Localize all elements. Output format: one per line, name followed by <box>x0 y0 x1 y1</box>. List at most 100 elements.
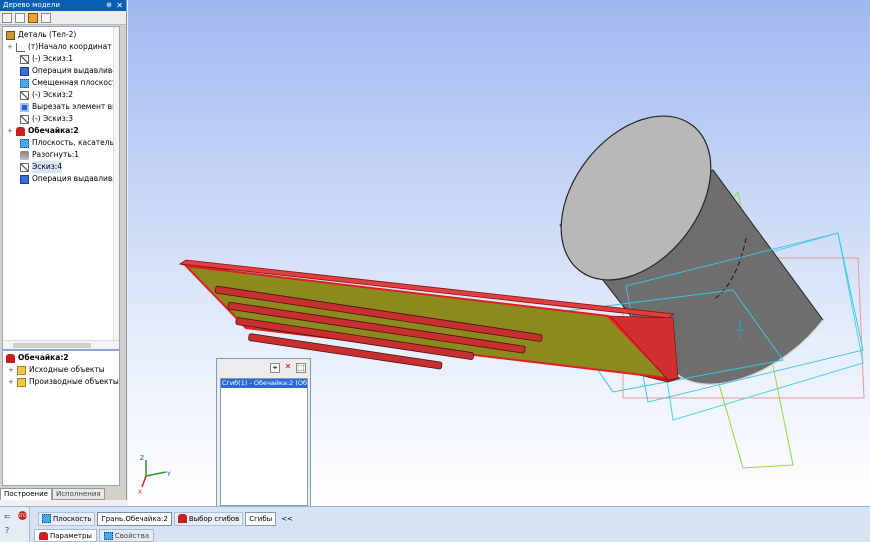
relations-item-source[interactable]: + Исходные объекты <box>8 364 105 376</box>
tree-item-tangent-plane[interactable]: Плоскость, касательная к <box>20 137 119 149</box>
collapse-button[interactable]: << <box>278 512 296 526</box>
expand-icon[interactable]: + <box>7 125 13 137</box>
sketch-icon <box>20 90 29 100</box>
tree-item-label: (-) Эскиз:2 <box>32 90 73 99</box>
expand-icon[interactable]: + <box>8 376 14 388</box>
tab-parameters-label: Параметры <box>50 531 92 540</box>
face-field-value: Грань.Обечайка:2 <box>101 514 168 523</box>
tree-mode-icon[interactable] <box>28 12 38 23</box>
tree-item-offset-plane[interactable]: Смещенная плоскость:1 <box>20 77 120 89</box>
tree-item-origin[interactable]: + (т)Начало координат <box>7 41 112 53</box>
sketch-icon <box>20 114 29 124</box>
bends-tab[interactable]: Сгибы <box>245 511 277 526</box>
tree-item-label: (т)Начало координат <box>28 42 112 51</box>
delete-bend-icon[interactable]: ✕ <box>283 363 293 373</box>
tree-item-label: Обечайка:2 <box>28 126 79 135</box>
plane-icon <box>42 514 51 523</box>
stop-icon[interactable]: STOP <box>18 511 29 520</box>
select-bends-icon <box>177 514 187 523</box>
relations-item-label: Производные объекты <box>29 377 119 386</box>
tree-item-sketch-1[interactable]: (-) Эскиз:1 <box>20 53 73 65</box>
edit-bend-icon[interactable]: ⌖ <box>270 363 280 373</box>
tree-item-label: Операция выдавливания <box>32 66 119 75</box>
tree-item-label: Вырезать элемент выдав <box>32 102 119 111</box>
tree-item-part[interactable]: Деталь (Тел-2) <box>6 29 76 41</box>
tab-properties[interactable]: Свойства <box>98 529 155 542</box>
tree-item-cut[interactable]: Вырезать элемент выдав <box>20 101 119 113</box>
cut-icon <box>20 102 29 112</box>
model-tree-titlebar: Дерево модели ⊕ ✕ <box>0 0 126 11</box>
property-panel: ⇐ STOP ? Плоскость Грань.Обечайка:2 Выбо… <box>0 506 870 542</box>
tab-build[interactable]: Построение <box>0 488 52 500</box>
model-tree: Деталь (Тел-2) + (т)Начало координат (-)… <box>2 26 120 350</box>
triad-x-label: X <box>138 489 142 496</box>
shell-icon <box>16 126 25 136</box>
model-tree-title: Дерево модели <box>3 1 60 9</box>
tree-item-extrude-2[interactable]: Операция выдавливания <box>20 173 119 185</box>
plane-icon <box>20 78 29 88</box>
axis-triad: Z Y X <box>138 455 171 496</box>
parameters-icon <box>39 531 48 540</box>
pin-icon[interactable]: ⊕ <box>106 0 112 11</box>
face-field[interactable]: Грань.Обечайка:2 <box>97 511 172 526</box>
properties-icon <box>103 531 113 540</box>
tree-structure-icon[interactable] <box>15 12 25 23</box>
triad-x-axis <box>141 475 147 488</box>
plane-button-label: Плоскость <box>53 514 92 523</box>
close-icon[interactable]: ✕ <box>116 0 123 11</box>
help-icon[interactable]: ? <box>5 526 9 535</box>
relations-tree: Обечайка:2 + Исходные объекты + Производ… <box>2 350 120 486</box>
expand-icon[interactable]: + <box>8 364 14 376</box>
tree-item-sketch-4[interactable]: Эскиз:4 <box>20 161 63 173</box>
tree-item-label: (-) Эскиз:1 <box>32 54 73 63</box>
expand-icon[interactable]: + <box>7 41 13 53</box>
tree-item-sketch-3[interactable]: (-) Эскиз:3 <box>20 113 73 125</box>
tree-scrollbar-vertical[interactable] <box>113 27 119 349</box>
axis-icon <box>16 42 25 52</box>
scrollbar-thumb[interactable] <box>13 343 91 348</box>
relations-root[interactable]: Обечайка:2 <box>6 352 69 364</box>
relations-item-derived[interactable]: + Производные объекты <box>8 376 119 388</box>
tree-item-label: Плоскость, касательная к <box>32 138 119 147</box>
select-bends-label: Выбор сгибов <box>188 514 240 523</box>
bends-list-item[interactable]: Сгиб(1) - Обечайка:2 (Обеч <box>221 379 307 388</box>
folder-icon <box>17 377 26 387</box>
tree-tabs: Построение Исполнения <box>0 488 127 500</box>
model-tree-toolbar <box>0 11 126 25</box>
tree-item-label: Операция выдавливания <box>32 174 119 183</box>
property-panel-controls: ⇐ STOP ? <box>0 507 30 542</box>
tree-scrollbar-horizontal[interactable] <box>3 340 119 349</box>
tree-item-unbend[interactable]: Разогнуть:1 <box>20 149 79 161</box>
relations-title: Обечайка:2 <box>18 353 69 362</box>
property-toolbar: Плоскость Грань.Обечайка:2 Выбор сгибов … <box>38 511 296 526</box>
pin-icon[interactable]: ⇐ <box>4 512 11 521</box>
tree-item-label: (-) Эскиз:3 <box>32 114 73 123</box>
plane-icon <box>20 138 29 148</box>
shell-icon <box>6 353 15 363</box>
tree-item-label: Разогнуть:1 <box>32 150 80 159</box>
plane-button[interactable]: Плоскость <box>38 511 96 526</box>
bends-panel: ⌖ ✕ ⬚ Сгиб(1) - Обечайка:2 (Обеч <box>216 358 311 510</box>
tab-parameters[interactable]: Параметры <box>34 529 97 542</box>
extrude-icon <box>20 66 29 76</box>
tree-sort-icon[interactable] <box>2 12 12 23</box>
unbend-icon <box>20 150 29 160</box>
bends-list[interactable]: Сгиб(1) - Обечайка:2 (Обеч <box>220 378 308 506</box>
property-tabs: Параметры Свойства <box>34 529 155 542</box>
tree-relations-icon[interactable] <box>41 12 51 23</box>
tree-item-label: Смещенная плоскость:1 <box>32 78 120 87</box>
tab-properties-label: Свойства <box>114 531 150 540</box>
sketch-icon <box>20 162 29 172</box>
extrude-icon <box>20 174 29 184</box>
bend-options-icon[interactable]: ⬚ <box>296 363 306 373</box>
tree-item-shell[interactable]: + Обечайка:2 <box>7 125 79 137</box>
tab-versions[interactable]: Исполнения <box>51 488 105 500</box>
triad-z-label: Z <box>140 455 144 462</box>
folder-icon <box>17 365 26 375</box>
sketch-icon <box>20 54 29 64</box>
tree-item-extrude-1[interactable]: Операция выдавливания <box>20 65 119 77</box>
tree-item-label: Эскиз:4 <box>32 161 63 173</box>
tree-item-sketch-2[interactable]: (-) Эскиз:2 <box>20 89 73 101</box>
select-bends-button[interactable]: Выбор сгибов <box>173 511 244 526</box>
collapse-label: << <box>281 514 293 523</box>
